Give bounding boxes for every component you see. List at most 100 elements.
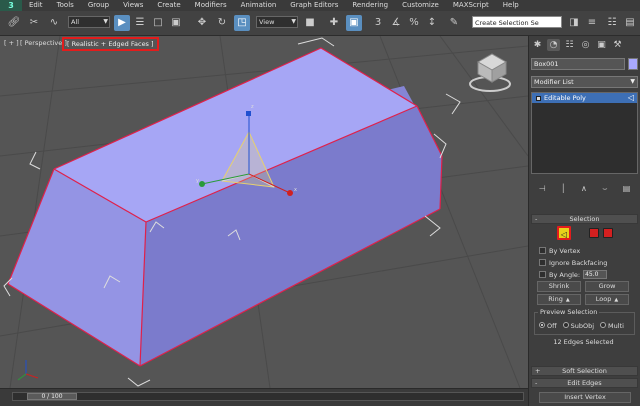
selection-rollout-header[interactable]: - Selection	[531, 214, 638, 224]
snaps-toggle-icon[interactable]: 3	[370, 15, 386, 31]
pin-stack-icon[interactable]: ⊣	[539, 184, 546, 196]
spinner-icon[interactable]: ▲	[566, 297, 570, 303]
expand-icon: +	[535, 367, 541, 375]
selection-status-text: 12 Edges Selected	[553, 338, 614, 346]
command-panel-tabs: ✱ ◔ ☷ ◎ ▣ ⚒	[531, 39, 639, 52]
menu-customize[interactable]: Customize	[395, 0, 446, 11]
menu-help[interactable]: Help	[496, 0, 526, 11]
percent-snap-icon[interactable]: %	[406, 15, 422, 31]
viewport-point-of-view-label[interactable]: [ Perspective ]	[20, 39, 67, 47]
unlink-icon[interactable]: ✂	[26, 15, 42, 31]
align-icon[interactable]: ≡	[584, 15, 600, 31]
show-end-result-icon[interactable]: │	[561, 184, 566, 196]
vertex-subobject-icon[interactable]: ◁	[557, 226, 571, 240]
named-selection-edit-icon[interactable]: ✎	[446, 15, 462, 31]
selection-rollout-title: Selection	[569, 215, 600, 223]
menu-tools[interactable]: Tools	[50, 0, 81, 11]
object-color-swatch[interactable]	[628, 58, 638, 70]
by-angle-checkbox[interactable]	[539, 271, 546, 278]
selection-filter-dropdown[interactable]: All ▼	[68, 16, 110, 28]
menu-group[interactable]: Group	[81, 0, 116, 11]
grow-button[interactable]: Grow	[585, 281, 629, 292]
menu-views[interactable]: Views	[116, 0, 150, 11]
ignore-backfacing-checkbox[interactable]	[539, 259, 546, 266]
configure-modifier-sets-icon[interactable]: ▤	[623, 184, 631, 196]
layer-manager-icon[interactable]: ☷	[604, 15, 620, 31]
select-object-icon[interactable]: ▶	[114, 15, 130, 31]
menu-rendering[interactable]: Rendering	[345, 0, 395, 11]
menu-maxscript[interactable]: MAXScript	[446, 0, 496, 11]
edit-edges-rollout-header[interactable]: - Edit Edges	[531, 378, 638, 388]
preview-multi-option[interactable]: Multi	[600, 322, 624, 330]
collapse-icon: -	[535, 379, 538, 387]
insert-vertex-button[interactable]: Insert Vertex	[539, 392, 631, 403]
spinner-icon[interactable]: ▲	[614, 297, 618, 303]
utilities-icon[interactable]: ⚒	[611, 39, 624, 51]
select-rotate-icon[interactable]: ↻	[214, 15, 230, 31]
named-selection-set-field[interactable]: Create Selection Se	[472, 16, 562, 28]
radio-icon	[539, 322, 545, 328]
make-unique-icon[interactable]: ∧	[581, 184, 587, 196]
select-move-icon[interactable]: ✥	[194, 15, 210, 31]
select-scale-icon[interactable]: ◳	[234, 15, 250, 31]
create-icon[interactable]: ✱	[531, 39, 544, 51]
stack-item-label: Editable Poly	[544, 94, 586, 102]
menu-animation[interactable]: Animation	[234, 0, 284, 11]
stack-tools: ⊣ │ ∧ ⌣ ▤	[531, 184, 638, 196]
angle-snap-icon[interactable]: ∡	[388, 15, 404, 31]
edit-edges-title: Edit Edges	[567, 379, 602, 387]
viewport-shading-label[interactable]: [ Realistic + Edged Faces ]	[62, 37, 159, 51]
keyboard-shortcut-override-icon[interactable]: ▣	[346, 15, 362, 31]
angle-spinner[interactable]: 45.0	[583, 270, 608, 279]
by-vertex-checkbox[interactable]	[539, 247, 546, 254]
display-icon[interactable]: ▣	[595, 39, 608, 51]
loop-button[interactable]: Loop ▲	[585, 294, 629, 305]
bind-space-warp-icon[interactable]: ∿	[46, 15, 62, 31]
preview-selection-label: Preview Selection	[538, 308, 600, 316]
time-slider[interactable]: 0 / 100	[27, 393, 77, 400]
menu-modifiers[interactable]: Modifiers	[188, 0, 234, 11]
hierarchy-icon[interactable]: ☷	[563, 39, 576, 51]
time-track[interactable]: 0 / 100	[12, 392, 524, 401]
pivot-point-icon[interactable]: ■	[302, 15, 318, 31]
curve-editor-icon[interactable]: ▤	[622, 15, 638, 31]
selection-filter-value: All	[71, 18, 80, 26]
by-vertex-row[interactable]: By Vertex	[539, 246, 580, 255]
chevron-down-icon: ▼	[291, 18, 296, 25]
remove-modifier-icon[interactable]: ⌣	[602, 184, 607, 196]
shrink-button[interactable]: Shrink	[537, 281, 581, 292]
stack-item-editable-poly[interactable]: Editable Poly ◁	[532, 93, 637, 103]
by-angle-row[interactable]: By Angle: 45.0	[539, 270, 608, 279]
by-angle-label: By Angle:	[549, 270, 581, 279]
perspective-viewport[interactable]: z x y [ + ] [ Perspective ] [ Realistic …	[0, 36, 528, 388]
motion-icon[interactable]: ◎	[579, 39, 592, 51]
time-slider-bar: 0 / 100	[0, 388, 528, 406]
object-name-field[interactable]: Box001	[531, 58, 625, 70]
ring-button[interactable]: Ring ▲	[537, 294, 581, 305]
window-crossing-icon[interactable]: ▣	[168, 15, 184, 31]
menu-graph-editors[interactable]: Graph Editors	[283, 0, 345, 11]
ignore-backfacing-row[interactable]: Ignore Backfacing	[539, 258, 607, 267]
select-by-name-icon[interactable]: ☰	[132, 15, 148, 31]
viewport-menu-plus[interactable]: [ + ]	[4, 39, 19, 47]
reference-coordinate-dropdown[interactable]: View ▼	[256, 16, 298, 28]
app-logo[interactable]: 3	[0, 0, 22, 11]
soft-selection-rollout-header[interactable]: + Soft Selection	[531, 366, 638, 376]
element-subobject-icon[interactable]	[603, 228, 613, 238]
modifier-list-dropdown[interactable]: Modifier List ▼	[531, 76, 638, 88]
preview-subobj-option[interactable]: SubObj	[562, 322, 594, 330]
expand-icon[interactable]	[536, 95, 541, 101]
spinner-snap-icon[interactable]: ↕	[424, 15, 440, 31]
rectangular-region-icon[interactable]: □	[150, 15, 166, 31]
select-manipulate-icon[interactable]: ✚	[326, 15, 342, 31]
polygon-subobject-icon[interactable]	[589, 228, 599, 238]
menu-create[interactable]: Create	[150, 0, 187, 11]
mirror-icon[interactable]: ◨	[566, 15, 582, 31]
world-axis-tripod	[17, 360, 39, 381]
menu-edit[interactable]: Edit	[22, 0, 50, 11]
modify-icon[interactable]: ◔	[547, 39, 560, 51]
preview-off-option[interactable]: Off	[539, 322, 557, 330]
ignore-backfacing-label: Ignore Backfacing	[549, 258, 608, 267]
chevron-down-icon: ▼	[103, 18, 108, 25]
select-link-icon[interactable]: 🔗︎	[6, 15, 22, 31]
